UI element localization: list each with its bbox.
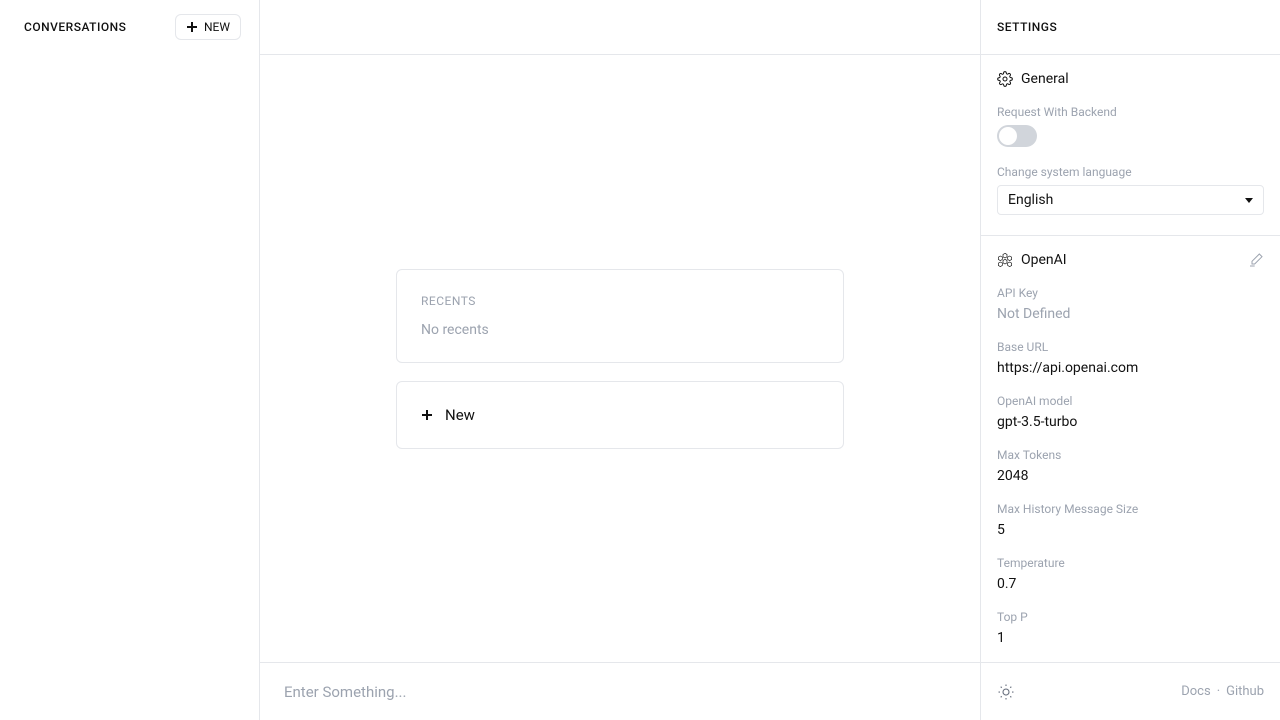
max-tokens-value: 2048: [997, 468, 1264, 484]
new-button-label: NEW: [204, 20, 230, 34]
settings-title: SETTINGS: [997, 20, 1057, 34]
temperature-label: Temperature: [997, 556, 1264, 570]
request-backend-label: Request With Backend: [997, 105, 1264, 119]
language-select[interactable]: English: [997, 185, 1264, 215]
general-title: General: [1021, 71, 1069, 87]
request-backend-toggle[interactable]: [997, 125, 1037, 147]
language-label: Change system language: [997, 165, 1264, 179]
recents-card: RECENTS No recents: [396, 269, 844, 363]
language-value: English: [1008, 192, 1053, 208]
api-key-value: Not Defined: [997, 306, 1264, 322]
chevron-down-icon: [1245, 198, 1253, 203]
main-panel: RECENTS No recents New: [260, 0, 980, 720]
plus-icon: [186, 21, 198, 33]
temperature-value: 0.7: [997, 576, 1264, 592]
edit-icon[interactable]: [1248, 252, 1264, 268]
openai-title: OpenAI: [1021, 252, 1067, 268]
api-key-label: API Key: [997, 286, 1264, 300]
new-conversation-button[interactable]: NEW: [175, 14, 241, 40]
recents-empty-text: No recents: [421, 322, 819, 338]
openai-icon: [997, 252, 1013, 268]
model-value: gpt-3.5-turbo: [997, 414, 1264, 430]
base-url-label: Base URL: [997, 340, 1264, 354]
docs-link[interactable]: Docs: [1181, 684, 1210, 699]
settings-footer: Docs · Github: [981, 662, 1280, 720]
openai-section: OpenAI API Key Not Defined Base URL http…: [981, 236, 1280, 662]
message-input[interactable]: [284, 683, 956, 701]
model-label: OpenAI model: [997, 394, 1264, 408]
github-link[interactable]: Github: [1226, 684, 1264, 699]
separator-dot: ·: [1217, 684, 1220, 699]
conversations-sidebar: CONVERSATIONS NEW: [0, 0, 260, 720]
max-history-label: Max History Message Size: [997, 502, 1264, 516]
message-input-bar: [260, 662, 980, 720]
new-card-label: New: [445, 406, 475, 424]
max-tokens-label: Max Tokens: [997, 448, 1264, 462]
recents-label: RECENTS: [421, 294, 819, 308]
top-p-label: Top P: [997, 610, 1264, 624]
gear-icon: [997, 71, 1013, 87]
general-section: General Request With Backend Change syst…: [981, 55, 1280, 236]
new-conversation-card[interactable]: New: [396, 381, 844, 449]
max-history-value: 5: [997, 522, 1264, 538]
base-url-value: https://api.openai.com: [997, 360, 1264, 376]
top-p-value: 1: [997, 630, 1264, 646]
conversations-title: CONVERSATIONS: [24, 20, 126, 34]
sun-icon[interactable]: [997, 683, 1015, 701]
plus-icon: [421, 409, 433, 421]
main-header-spacer: [260, 0, 980, 55]
settings-sidebar: SETTINGS General Request With Backend: [980, 0, 1280, 720]
